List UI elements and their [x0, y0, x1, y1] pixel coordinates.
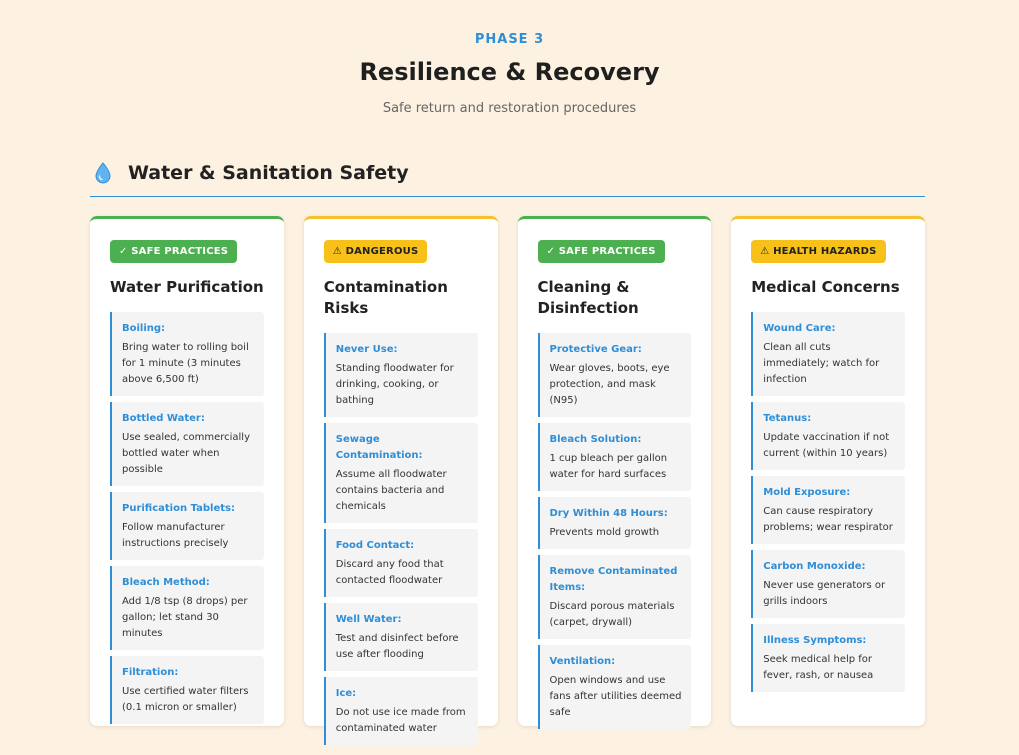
item-title: Bleach Solution:: [549, 434, 642, 445]
item-title: Wound Care:: [763, 323, 836, 334]
item-title: Sewage Contamination:: [335, 434, 423, 461]
card-contamination-risks: ⚠ DANGEROUS Contamination Risks Never Us…: [303, 216, 498, 745]
item-title: Dry Within 48 Hours:: [549, 508, 668, 519]
list-item: Wound Care: Clean all cuts immediately; …: [751, 312, 905, 396]
card-title: Water Purification: [110, 278, 264, 296]
list-item: Sewage Contamination: Assume all floodwa…: [323, 423, 478, 523]
item-text: Standing floodwater for drinking, cookin…: [335, 363, 454, 406]
dangerous-badge: ⚠ DANGEROUS: [323, 240, 428, 263]
list-item: Filtration: Use certified water filters …: [110, 656, 264, 724]
health-hazards-badge: ⚠ HEALTH HAZARDS: [751, 240, 886, 263]
item-text: Do not use ice made from contaminated wa…: [335, 707, 466, 734]
item-text: Update vaccination if not current (withi…: [763, 432, 890, 459]
list-item: Food Contact: Discard any food that cont…: [323, 529, 478, 597]
item-text: Seek medical help for fever, rash, or na…: [763, 654, 874, 681]
list-item: Protective Gear: Wear gloves, boots, eye…: [537, 333, 692, 417]
list-item: Carbon Monoxide: Never use generators or…: [751, 550, 905, 618]
list-item: Well Water: Test and disinfect before us…: [323, 603, 478, 671]
page-header: PHASE 3 Resilience & Recovery Safe retur…: [0, 0, 1019, 117]
card-title: Contamination Risks: [323, 278, 448, 317]
list-item: Bottled Water: Use sealed, commercially …: [110, 402, 264, 486]
item-title: Bottled Water:: [122, 413, 205, 424]
card-title: Cleaning & Disinfection: [537, 278, 639, 317]
item-text: Wear gloves, boots, eye protection, and …: [549, 363, 670, 406]
phase-label: PHASE 3: [474, 32, 545, 47]
card-water-purification: ✓ SAFE PRACTICES Water Purification Boil…: [90, 216, 284, 726]
item-text: Add 1/8 tsp (8 drops) per gallon; let st…: [122, 596, 248, 639]
list-item: Mold Exposure: Can cause respiratory pro…: [751, 476, 905, 544]
card-medical-concerns: ⚠ HEALTH HAZARDS Medical Concerns Wound …: [731, 216, 925, 726]
item-text: Discard porous materials (carpet, drywal…: [549, 601, 675, 628]
item-text: Assume all floodwater contains bacteria …: [335, 469, 447, 512]
item-list: Protective Gear: Wear gloves, boots, eye…: [537, 333, 692, 729]
list-item: Bleach Solution: 1 cup bleach per gallon…: [537, 423, 692, 491]
item-text: Bring water to rolling boil for 1 minute…: [122, 342, 249, 385]
water-drop-icon: [95, 162, 111, 184]
item-text: Discard any food that contacted floodwat…: [335, 559, 444, 586]
item-text: Clean all cuts immediately; watch for in…: [763, 342, 880, 385]
item-text: Use certified water filters (0.1 micron …: [122, 686, 249, 713]
item-text: Can cause respiratory problems; wear res…: [763, 506, 893, 533]
safe-practices-badge: ✓ SAFE PRACTICES: [110, 240, 238, 263]
list-item: Dry Within 48 Hours: Prevents mold growt…: [537, 497, 692, 549]
item-text: Never use generators or grills indoors: [763, 580, 886, 607]
item-text: Use sealed, commercially bottled water w…: [122, 432, 251, 475]
list-item: Boiling: Bring water to rolling boil for…: [110, 312, 264, 396]
item-title: Purification Tablets:: [122, 503, 235, 514]
item-text: Prevents mold growth: [549, 527, 660, 538]
item-text: 1 cup bleach per gallon water for hard s…: [549, 453, 668, 480]
item-list: Never Use: Standing floodwater for drink…: [323, 333, 478, 745]
item-title: Ventilation:: [549, 656, 616, 667]
item-title: Ice:: [335, 688, 357, 699]
item-title: Carbon Monoxide:: [763, 561, 866, 572]
list-item: Bleach Method: Add 1/8 tsp (8 drops) per…: [110, 566, 264, 650]
section-header: Water & Sanitation Safety: [90, 158, 925, 197]
item-title: Tetanus:: [763, 413, 812, 424]
card-grid: ✓ SAFE PRACTICES Water Purification Boil…: [90, 216, 925, 745]
list-item: Tetanus: Update vaccination if not curre…: [751, 402, 905, 470]
list-item: Illness Symptoms: Seek medical help for …: [751, 624, 905, 692]
item-title: Remove Contaminated Items:: [549, 566, 678, 593]
item-list: Boiling: Bring water to rolling boil for…: [110, 312, 264, 724]
item-title: Protective Gear:: [549, 344, 642, 355]
list-item: Ventilation: Open windows and use fans a…: [537, 645, 692, 729]
list-item: Ice: Do not use ice made from contaminat…: [323, 677, 478, 745]
item-title: Filtration:: [122, 667, 179, 678]
item-text: Open windows and use fans after utilitie…: [549, 675, 682, 718]
item-title: Mold Exposure:: [763, 487, 851, 498]
item-title: Illness Symptoms:: [763, 635, 867, 646]
section-title: Water & Sanitation Safety: [128, 162, 409, 184]
list-item: Remove Contaminated Items: Discard porou…: [537, 555, 692, 639]
item-list: Wound Care: Clean all cuts immediately; …: [751, 312, 905, 692]
item-title: Well Water:: [335, 614, 402, 625]
item-text: Follow manufacturer instructions precise…: [122, 522, 229, 549]
card-cleaning-disinfection: ✓ SAFE PRACTICES Cleaning & Disinfection…: [517, 216, 712, 729]
card-title: Medical Concerns: [751, 278, 900, 296]
list-item: Never Use: Standing floodwater for drink…: [323, 333, 478, 417]
page-title: Resilience & Recovery: [359, 58, 660, 86]
item-title: Never Use:: [335, 344, 398, 355]
safe-practices-badge: ✓ SAFE PRACTICES: [537, 240, 665, 263]
page-subtitle: Safe return and restoration procedures: [382, 101, 637, 116]
item-title: Boiling:: [122, 323, 166, 334]
item-title: Food Contact:: [335, 540, 415, 551]
list-item: Purification Tablets: Follow manufacture…: [110, 492, 264, 560]
item-title: Bleach Method:: [122, 577, 210, 588]
item-text: Test and disinfect before use after floo…: [335, 633, 459, 660]
